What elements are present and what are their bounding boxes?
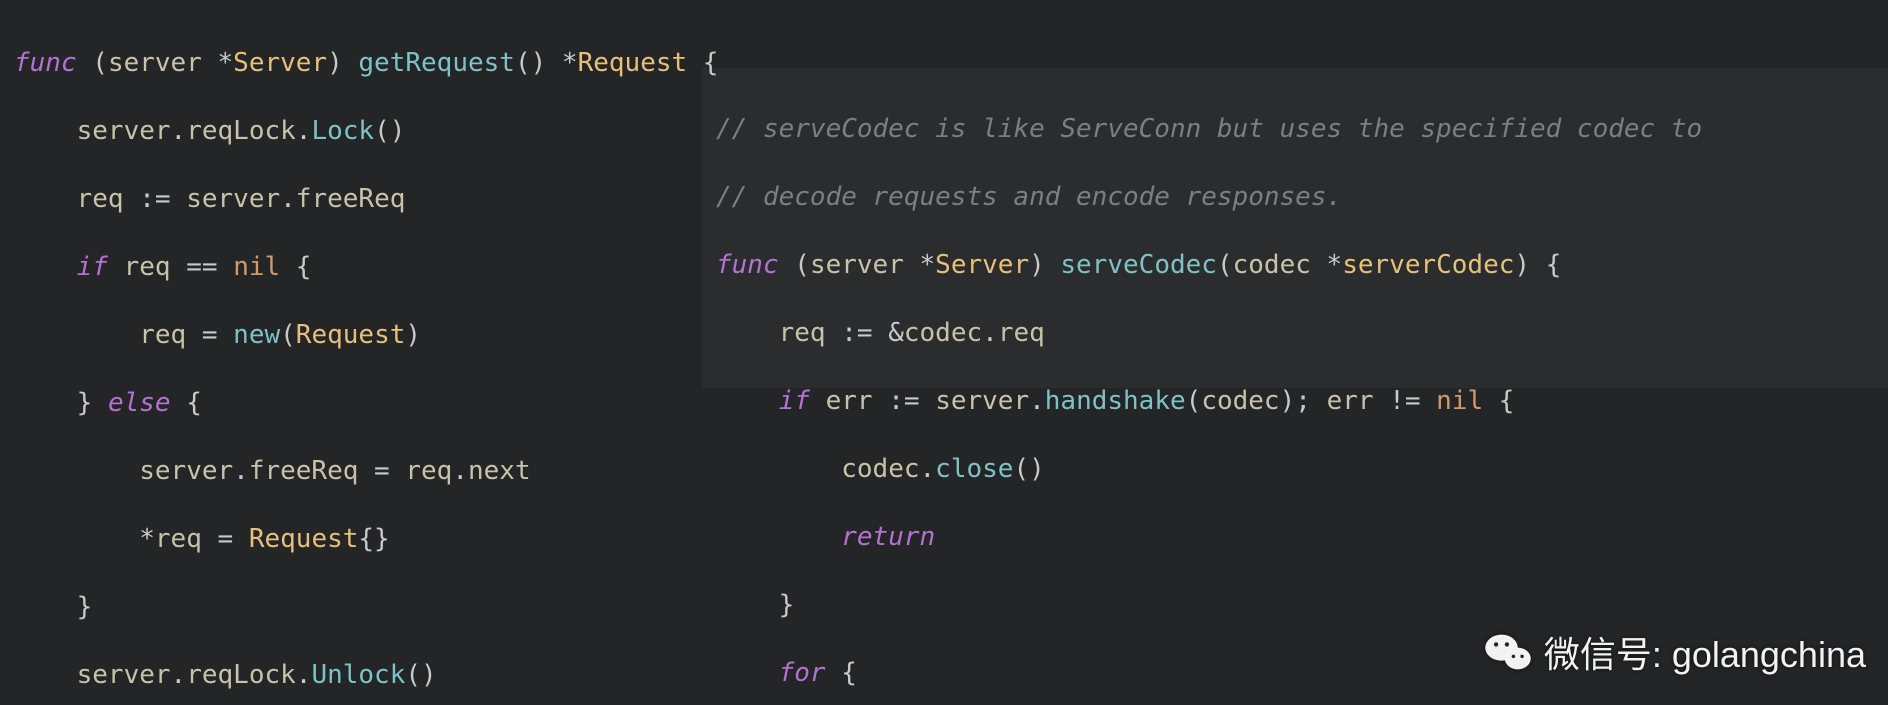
code-line: } else { <box>14 386 704 420</box>
code-line: req := &codec.req <box>716 316 1876 350</box>
code-line: if req == nil { <box>14 250 704 284</box>
code-line: *req = Request{} <box>14 522 704 556</box>
wechat-label: 微信号: <box>1544 638 1662 672</box>
code-line: server.freeReq = req.next <box>14 454 704 488</box>
code-line: req := server.freeReq <box>14 182 704 216</box>
code-line: func (server *Server) serveCodec(codec *… <box>716 248 1876 282</box>
code-line: } <box>14 590 704 624</box>
code-line: // serveCodec is like ServeConn but uses… <box>716 112 1876 146</box>
code-line: server.reqLock.Unlock() <box>14 658 704 692</box>
code-line: func (server *Server) getRequest() *Requ… <box>14 46 704 80</box>
wechat-icon <box>1482 626 1534 683</box>
code-line: codec.close() <box>716 452 1876 486</box>
wechat-id: golangchina <box>1672 638 1866 672</box>
wechat-watermark: 微信号: golangchina <box>1482 626 1866 683</box>
code-line: server.reqLock.Lock() <box>14 114 704 148</box>
code-line: if err := server.handshake(codec); err !… <box>716 384 1876 418</box>
code-pane-right: // serveCodec is like ServeConn but uses… <box>716 78 1876 705</box>
code-line: // decode requests and encode responses. <box>716 180 1876 214</box>
code-pane-left: func (server *Server) getRequest() *Requ… <box>14 12 704 705</box>
code-line: req = new(Request) <box>14 318 704 352</box>
code-line: } <box>716 588 1876 622</box>
code-line: return <box>716 520 1876 554</box>
